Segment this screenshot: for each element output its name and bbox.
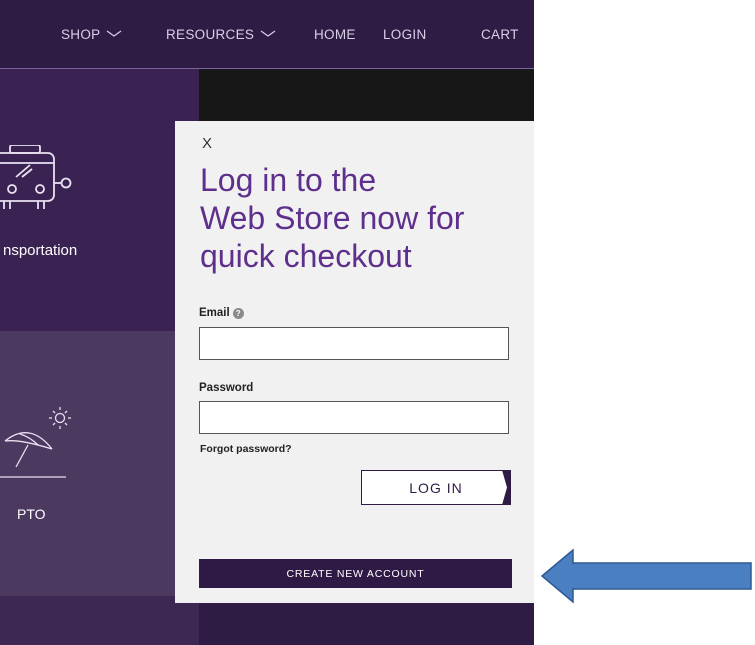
login-modal: X Log in to the Web Store now for quick …	[175, 121, 534, 603]
tile-next[interactable]	[0, 596, 199, 645]
tile-pto[interactable]: PTO	[0, 331, 199, 596]
tile-pto-label: PTO	[17, 506, 46, 522]
modal-headline: Log in to the Web Store now for quick ch…	[200, 161, 520, 275]
bottom-band	[199, 600, 534, 645]
password-field[interactable]	[199, 401, 509, 434]
top-navigation: SHOP RESOURCES HOME LOGIN CART	[0, 0, 534, 69]
beach-umbrella-icon	[0, 407, 71, 478]
headline-line-1: Log in to the	[200, 162, 377, 198]
forgot-password-link[interactable]: Forgot password?	[200, 443, 292, 455]
chevron-down-icon	[260, 30, 276, 37]
left-arrow-icon	[541, 548, 752, 604]
bus-icon	[0, 145, 72, 209]
tile-transportation[interactable]: nsportation	[0, 69, 199, 331]
nav-resources[interactable]: RESOURCES	[166, 24, 276, 44]
login-button[interactable]: LOG IN	[361, 470, 511, 505]
headline-line-3: quick checkout	[200, 238, 412, 274]
login-button-label: LOG IN	[409, 479, 463, 496]
email-field[interactable]	[199, 327, 509, 360]
help-icon[interactable]: ?	[232, 307, 244, 319]
email-label-row: Email ?	[199, 307, 244, 319]
password-label: Password	[199, 382, 254, 394]
nav-login[interactable]: LOGIN	[383, 24, 427, 44]
page-background: SHOP RESOURCES HOME LOGIN CART nsportati…	[0, 0, 534, 645]
tile-transportation-label: nsportation	[3, 242, 78, 259]
nav-shop-label: SHOP	[61, 26, 101, 42]
nav-cart[interactable]: CART	[481, 24, 519, 44]
chevron-down-icon	[107, 30, 122, 37]
email-label: Email	[199, 307, 230, 319]
headline-line-2: Web Store now for	[200, 200, 465, 236]
button-accent-icon	[502, 470, 511, 505]
nav-resources-label: RESOURCES	[166, 26, 255, 42]
nav-home[interactable]: HOME	[314, 24, 356, 44]
close-button[interactable]: X	[202, 135, 212, 152]
nav-shop[interactable]: SHOP	[61, 24, 122, 44]
create-account-button[interactable]: CREATE NEW ACCOUNT	[199, 559, 512, 588]
